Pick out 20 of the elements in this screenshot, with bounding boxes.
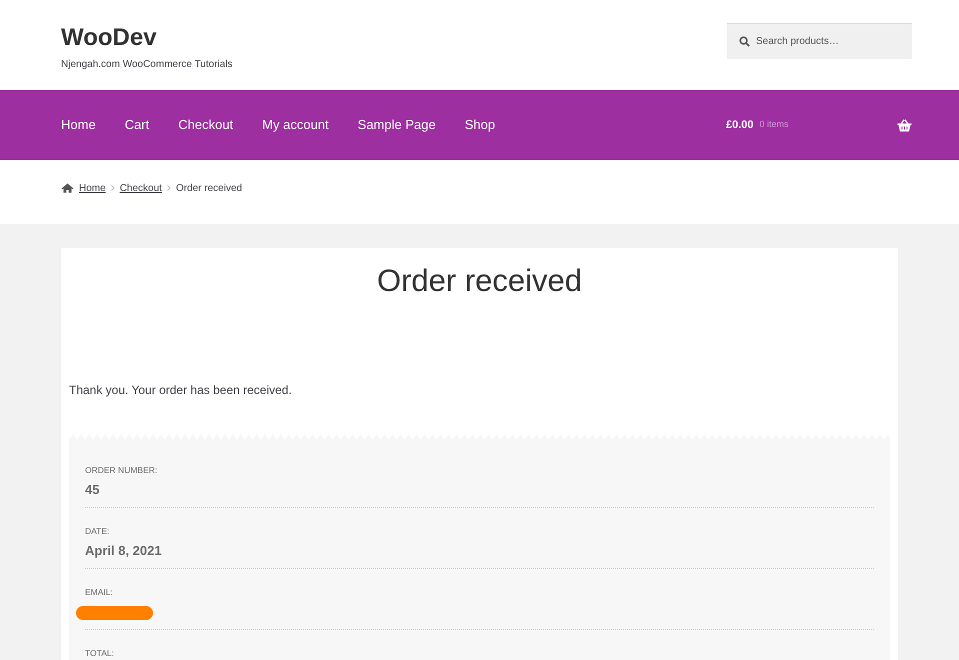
- thank-you-message: Thank you. Your order has been received.: [69, 382, 292, 398]
- cart-amount[interactable]: £0.00: [726, 116, 754, 134]
- breadcrumb-current: Order received: [176, 182, 242, 196]
- search-field[interactable]: Search products…: [727, 23, 912, 59]
- site-tagline: Njengah.com WooCommerce Tutorials: [61, 58, 233, 72]
- nav-link[interactable]: Shop: [464, 115, 496, 135]
- breadcrumb-link[interactable]: Checkout: [120, 180, 162, 196]
- site-title[interactable]: WooDev: [61, 23, 157, 53]
- search-icon: [739, 36, 750, 47]
- nav-link[interactable]: Home: [61, 115, 96, 135]
- nav-link[interactable]: Sample Page: [358, 115, 436, 135]
- nav-link[interactable]: Checkout: [178, 115, 234, 135]
- nav-link[interactable]: Cart: [124, 115, 150, 135]
- chevron-icon: [166, 185, 171, 191]
- page-title: Order received: [376, 262, 582, 300]
- chevron-icon: [110, 185, 115, 191]
- basket-icon[interactable]: [897, 118, 912, 132]
- home-icon: [61, 183, 74, 193]
- nav-link[interactable]: My account: [262, 115, 329, 135]
- breadcrumb-link[interactable]: Home: [79, 180, 106, 196]
